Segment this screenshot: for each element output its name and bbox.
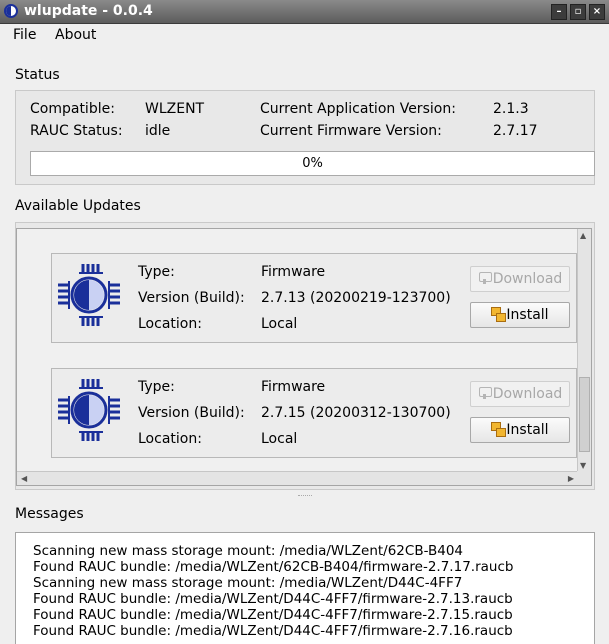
message-line: Scanning new mass storage mount: /media/… (33, 575, 463, 591)
location-label: Location: (138, 431, 202, 447)
scroll-up-icon[interactable]: ▲ (580, 231, 586, 240)
menu-about[interactable]: About (55, 27, 96, 43)
version-value: 2.7.15 (20200312-130700) (261, 405, 451, 421)
vertical-scrollbar[interactable]: ▲ ▼ (577, 229, 591, 472)
scroll-right-icon[interactable]: ▶ (568, 474, 574, 483)
type-value: Firmware (261, 379, 326, 395)
message-line: Found RAUC bundle: /media/WLZent/D44C-4F… (33, 591, 513, 607)
install-button[interactable]: Install (470, 302, 570, 328)
scroll-corner (577, 471, 591, 485)
status-group: Compatible: WLZENT Current Application V… (15, 90, 595, 185)
location-label: Location: (138, 316, 202, 332)
minimize-button[interactable]: – (551, 4, 567, 20)
rauc-status-label: RAUC Status: (30, 123, 123, 139)
download-button: Download (470, 381, 570, 407)
compatible-value: WLZENT (145, 101, 205, 117)
firmware-chip-icon (58, 379, 120, 441)
message-line: Scanning new mass storage mount: /media/… (33, 543, 464, 559)
compatible-label: Compatible: (30, 101, 115, 117)
vertical-scroll-thumb[interactable] (579, 377, 590, 452)
app-icon (4, 4, 18, 18)
progress-text: 0% (302, 156, 323, 171)
firmware-chip-icon (58, 264, 120, 326)
version-label: Version (Build): (138, 405, 245, 421)
status-heading: Status (15, 67, 60, 83)
splitter-handle[interactable] (298, 495, 312, 498)
message-line: Found RAUC bundle: /media/WLZent/62CB-B4… (33, 559, 514, 575)
scroll-left-icon[interactable]: ◀ (21, 474, 27, 483)
title-bar: wlupdate - 0.0.4 – ▫ × (0, 0, 609, 24)
fw-version-value: 2.7.17 (493, 123, 538, 139)
menu-bar: File About (0, 24, 609, 48)
location-value: Local (261, 316, 298, 332)
version-label: Version (Build): (138, 290, 245, 306)
type-label: Type: (138, 379, 175, 395)
messages-heading: Messages (15, 506, 84, 522)
messages-log[interactable]: Scanning new mass storage mount: /media/… (15, 532, 595, 644)
install-icon (491, 307, 507, 322)
window-title: wlupdate - 0.0.4 (24, 3, 153, 19)
fw-version-label: Current Firmware Version: (260, 123, 442, 139)
location-value: Local (261, 431, 298, 447)
install-icon (491, 422, 507, 437)
install-button[interactable]: Install (470, 417, 570, 443)
updates-heading: Available Updates (15, 198, 141, 214)
update-card: Type: Firmware Version (Build): 2.7.15 (… (51, 368, 577, 458)
type-label: Type: (138, 264, 175, 280)
download-icon (478, 271, 492, 285)
type-value: Firmware (261, 264, 326, 280)
horizontal-scrollbar[interactable]: ◀ ▶ (17, 471, 578, 485)
progress-bar: 0% (30, 151, 595, 176)
scroll-down-icon[interactable]: ▼ (580, 461, 586, 470)
maximize-button[interactable]: ▫ (570, 4, 586, 20)
app-version-value: 2.1.3 (493, 101, 529, 117)
download-button: Download (470, 266, 570, 292)
download-icon (478, 386, 492, 400)
menu-file[interactable]: File (13, 27, 36, 43)
update-card: Type: Firmware Version (Build): 2.7.13 (… (51, 253, 577, 343)
message-line: Found RAUC bundle: /media/WLZent/D44C-4F… (33, 623, 513, 639)
close-button[interactable]: × (589, 4, 605, 20)
rauc-status-value: idle (145, 123, 171, 139)
message-line: Found RAUC bundle: /media/WLZent/D44C-4F… (33, 607, 513, 623)
version-value: 2.7.13 (20200219-123700) (261, 290, 451, 306)
updates-scroll-area[interactable]: Type: Firmware Version (Build): 2.7.13 (… (16, 228, 592, 486)
app-version-label: Current Application Version: (260, 101, 456, 117)
